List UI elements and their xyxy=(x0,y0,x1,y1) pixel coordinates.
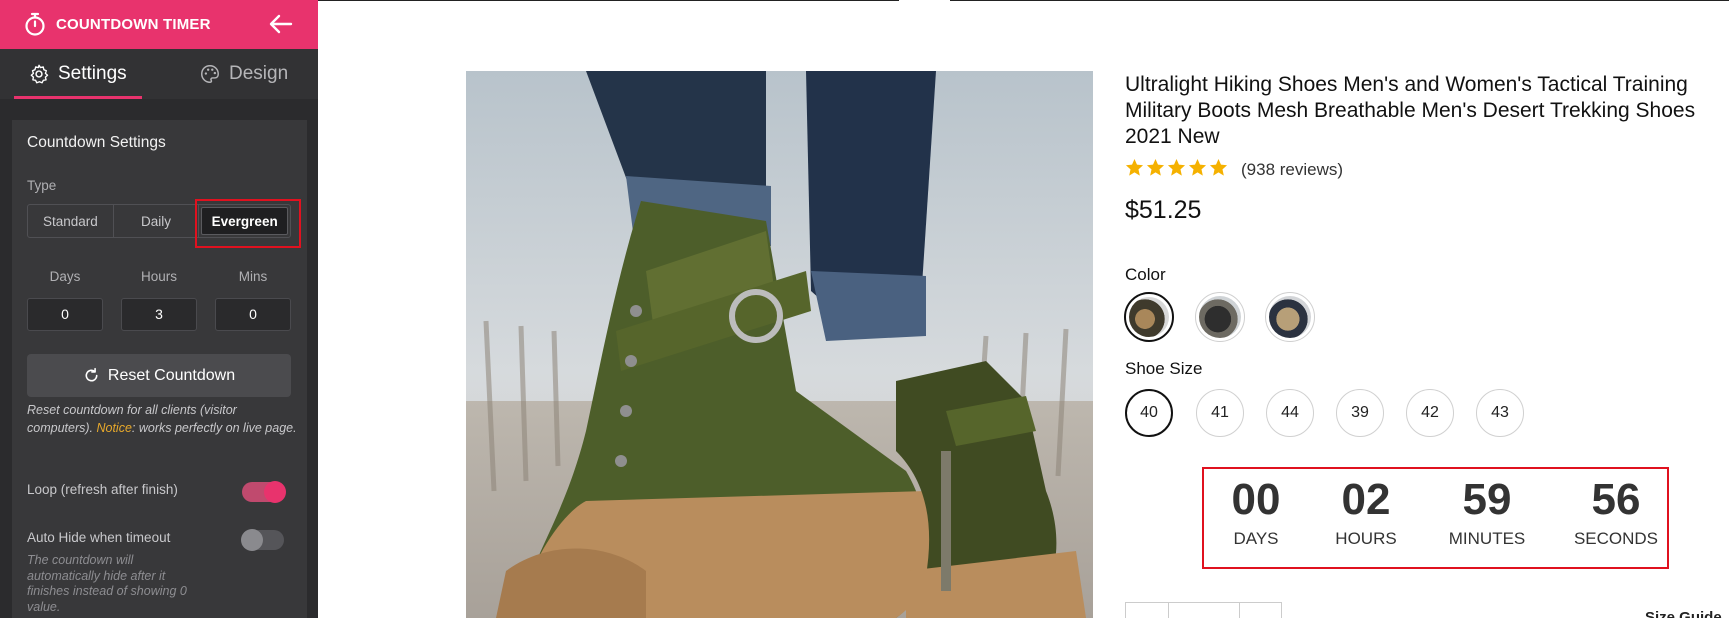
days-input[interactable]: 0 xyxy=(27,298,103,331)
countdown-seconds: 56 SECONDS xyxy=(1570,469,1662,549)
palette-icon xyxy=(201,65,219,83)
size-guide-link[interactable]: Size Guide xyxy=(1645,609,1722,618)
reset-countdown-button[interactable]: Reset Countdown xyxy=(27,354,291,397)
loop-toggle[interactable] xyxy=(242,481,286,503)
hours-input[interactable]: 3 xyxy=(121,298,197,331)
auto-hide-note: The countdown will automatically hide af… xyxy=(27,553,187,614)
color-label: Color xyxy=(1125,265,1166,284)
color-swatch-1[interactable] xyxy=(1124,292,1174,342)
gear-icon xyxy=(30,64,49,84)
star-icon xyxy=(1209,158,1228,176)
type-option-standard[interactable]: Standard xyxy=(28,205,114,237)
size-option-39[interactable]: 39 xyxy=(1336,389,1384,437)
countdown-days-value: 00 xyxy=(1231,475,1281,524)
hours-label: Hours xyxy=(140,269,177,284)
tab-design[interactable]: Design xyxy=(199,49,288,99)
size-option-42[interactable]: 42 xyxy=(1406,389,1454,437)
reviews-link[interactable]: (938 reviews) xyxy=(1241,160,1343,180)
tab-design-label: Design xyxy=(229,63,289,84)
panel-title: Countdown Settings xyxy=(27,134,166,151)
countdown-minutes: 59 MINUTES xyxy=(1442,469,1532,549)
sidebar-tabs: Settings Design xyxy=(0,49,318,99)
stopwatch-icon xyxy=(25,12,45,36)
refresh-icon xyxy=(85,367,98,382)
star-icon xyxy=(1146,158,1165,176)
color-swatch-3[interactable] xyxy=(1265,292,1315,342)
rating-stars xyxy=(1125,158,1228,177)
countdown-hours-label: HOURS xyxy=(1335,529,1397,548)
mins-label: Mins xyxy=(238,269,268,284)
countdown-settings-panel: Countdown Settings Type Standard Daily E… xyxy=(12,120,307,618)
reset-countdown-label: Reset Countdown xyxy=(107,366,236,384)
quantity-divider xyxy=(1168,603,1169,618)
sidebar-header: COUNTDOWN TIMER xyxy=(0,0,318,49)
countdown-minutes-value: 59 xyxy=(1462,475,1512,524)
product-title: Ultralight Hiking Shoes Men's and Women'… xyxy=(1125,73,1696,148)
loop-toggle-knob xyxy=(264,481,286,503)
notice-word: Notice xyxy=(96,420,132,435)
countdown-timer: 00 DAYS 02 HOURS 59 MINUTES 56 SECONDS xyxy=(1202,467,1669,569)
size-option-44[interactable]: 44 xyxy=(1266,389,1314,437)
size-option-43[interactable]: 43 xyxy=(1476,389,1524,437)
days-label: Days xyxy=(49,269,81,284)
auto-hide-label: Auto Hide when timeout xyxy=(27,530,171,545)
loop-label: Loop (refresh after finish) xyxy=(27,482,178,497)
top-divider-right xyxy=(950,0,1729,1)
reset-note: Reset countdown for all clients (visitor… xyxy=(27,402,297,437)
product-price: $51.25 xyxy=(1125,196,1202,224)
hiking-boot-photo xyxy=(466,71,1093,618)
product-image xyxy=(466,71,1093,618)
size-option-41[interactable]: 41 xyxy=(1196,389,1244,437)
star-icon xyxy=(1167,158,1186,176)
countdown-sidebar: COUNTDOWN TIMER Settings Design Countdow… xyxy=(0,0,318,618)
countdown-hours: 02 HOURS xyxy=(1330,469,1402,549)
reset-note-text-end: : works perfectly on live page. xyxy=(131,420,297,435)
countdown-seconds-value: 56 xyxy=(1591,475,1641,524)
color-swatch-2[interactable] xyxy=(1195,292,1245,342)
auto-hide-toggle-knob xyxy=(241,529,263,551)
quantity-divider xyxy=(1239,603,1240,618)
countdown-seconds-label: SECONDS xyxy=(1573,529,1659,548)
auto-hide-toggle[interactable] xyxy=(241,529,284,551)
evergreen-highlight-box xyxy=(195,199,301,248)
shoe-size-label: Shoe Size xyxy=(1125,359,1203,378)
tab-settings[interactable]: Settings xyxy=(28,49,127,99)
mins-input[interactable]: 0 xyxy=(215,298,291,331)
countdown-hours-value: 02 xyxy=(1341,475,1391,524)
quantity-stepper[interactable] xyxy=(1125,602,1282,618)
countdown-days-label: DAYS xyxy=(1233,529,1279,548)
star-icon xyxy=(1125,158,1144,176)
countdown-minutes-label: MINUTES xyxy=(1448,529,1526,548)
back-arrow-icon[interactable] xyxy=(268,12,294,36)
countdown-days: 00 DAYS xyxy=(1220,469,1292,549)
type-option-daily[interactable]: Daily xyxy=(114,205,200,237)
active-tab-indicator xyxy=(14,96,142,99)
top-divider-left xyxy=(318,0,899,1)
size-option-40[interactable]: 40 xyxy=(1125,389,1173,437)
star-icon xyxy=(1188,158,1207,176)
type-label: Type xyxy=(27,178,57,193)
sidebar-title: COUNTDOWN TIMER xyxy=(56,16,211,33)
tab-settings-label: Settings xyxy=(58,63,127,84)
